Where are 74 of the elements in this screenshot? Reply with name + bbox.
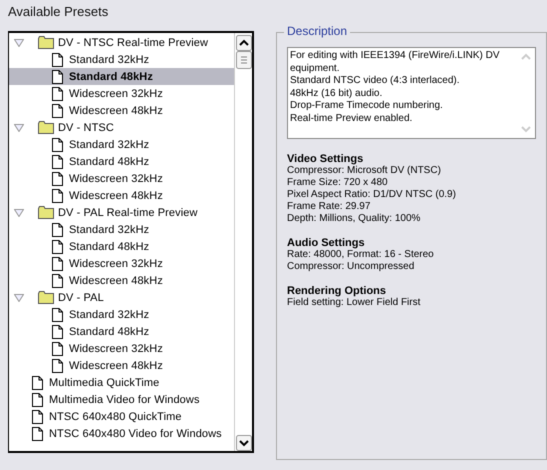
tree-item[interactable]: DV - NTSC (9, 119, 234, 136)
scroll-down-icon[interactable] (236, 435, 252, 451)
expand-triangle-icon[interactable] (14, 38, 24, 46)
document-icon (32, 392, 43, 406)
setting-text: Frame Size: 720 x 480 (287, 177, 389, 189)
scroll-thumb[interactable] (236, 51, 252, 69)
document-icon (52, 188, 63, 202)
document-icon (52, 154, 63, 168)
document-icon (52, 324, 63, 338)
document-icon (32, 426, 43, 440)
description-line: 48kHz (16 bit) audio. (290, 88, 384, 100)
expand-triangle-icon[interactable] (14, 294, 24, 302)
document-icon (52, 222, 63, 236)
tree-item[interactable]: Widescreen 48kHz (9, 357, 234, 374)
group-title: Description (284, 24, 350, 38)
document-icon (52, 342, 63, 356)
description-line: Real-time Preview enabled. (290, 112, 414, 125)
folder-icon (38, 121, 54, 134)
tree-item[interactable]: Widescreen 32kHz (9, 255, 234, 272)
tree-item[interactable]: Widescreen 48kHz (9, 187, 234, 204)
tree-item[interactable]: Widescreen 48kHz (9, 272, 234, 289)
folder-icon (38, 291, 54, 304)
tree-item[interactable]: Standard 48kHz (9, 68, 234, 85)
setting-text: Depth: Millions, Quality: 100% (287, 213, 422, 225)
tree-item[interactable]: Widescreen 32kHz (9, 340, 234, 357)
document-icon (52, 240, 63, 254)
expand-triangle-icon[interactable] (14, 124, 24, 132)
tree-item[interactable]: Widescreen 32kHz (9, 85, 234, 102)
document-icon (52, 274, 63, 288)
setting-text: Frame Rate: 29.97 (287, 201, 372, 213)
document-icon (32, 410, 43, 424)
document-icon (52, 86, 63, 100)
tree-item[interactable]: Standard 48kHz (9, 153, 234, 170)
tree-item[interactable]: DV - PAL (9, 289, 234, 306)
scroll-up-icon[interactable] (236, 35, 252, 51)
document-icon (52, 308, 63, 322)
tree-item[interactable]: Standard 32kHz (9, 306, 234, 323)
setting-text: Compressor: Microsoft DV (NTSC) (287, 165, 442, 177)
document-icon (52, 52, 63, 66)
document-icon (32, 376, 43, 390)
tree-item[interactable]: NTSC 640x480 QuickTime (9, 408, 234, 425)
section-heading: Video Settings (287, 153, 364, 165)
setting-text: Rate: 48000, Format: 16 - Stereo (287, 249, 435, 261)
section-heading: Audio Settings (287, 237, 366, 249)
description-line: Standard NTSC video (4:3 interlaced). (290, 75, 461, 88)
folder-icon (38, 36, 54, 49)
setting-text: Pixel Aspect Ratio: D1/DV NTSC (0.9) (287, 189, 457, 201)
expand-triangle-icon[interactable] (14, 208, 24, 216)
tree-item[interactable]: DV - PAL Real-time Preview (9, 204, 234, 221)
section-heading: Rendering Options (287, 285, 387, 297)
scrollbar[interactable] (234, 33, 252, 451)
setting-text: Field setting: Lower Field First (287, 297, 422, 309)
description-line: Drop-Frame Timecode numbering. (290, 100, 444, 112)
tree-item[interactable]: Multimedia QuickTime (9, 374, 234, 391)
description-line: For editing with IEEE1394 (FireWire/i.LINK) DV equipment. (290, 50, 501, 75)
tree-item[interactable]: Multimedia Video for Windows (9, 391, 234, 408)
document-icon (52, 256, 63, 270)
tree-item[interactable]: Standard 32kHz (9, 51, 234, 68)
document-icon (52, 104, 63, 118)
document-icon (52, 70, 63, 84)
tree-item[interactable]: Widescreen 32kHz (9, 170, 234, 187)
tree-item[interactable]: Standard 32kHz (9, 136, 234, 153)
document-icon (52, 172, 63, 186)
tree-item[interactable]: NTSC 640x480 Video for Windows (9, 425, 234, 442)
tree-item[interactable]: Standard 48kHz (9, 238, 234, 255)
document-icon (52, 358, 63, 372)
document-icon (52, 138, 63, 152)
tree-item[interactable]: Standard 48kHz (9, 323, 234, 340)
folder-icon (38, 206, 54, 219)
tree-item[interactable]: Standard 32kHz (9, 221, 234, 238)
tree-item[interactable]: Widescreen 48kHz (9, 102, 234, 119)
panel-title: Available Presets (8, 4, 110, 21)
tree-item[interactable]: DV - NTSC Real-time Preview (9, 34, 234, 51)
setting-text: Compressor: Uncompressed (287, 261, 416, 273)
